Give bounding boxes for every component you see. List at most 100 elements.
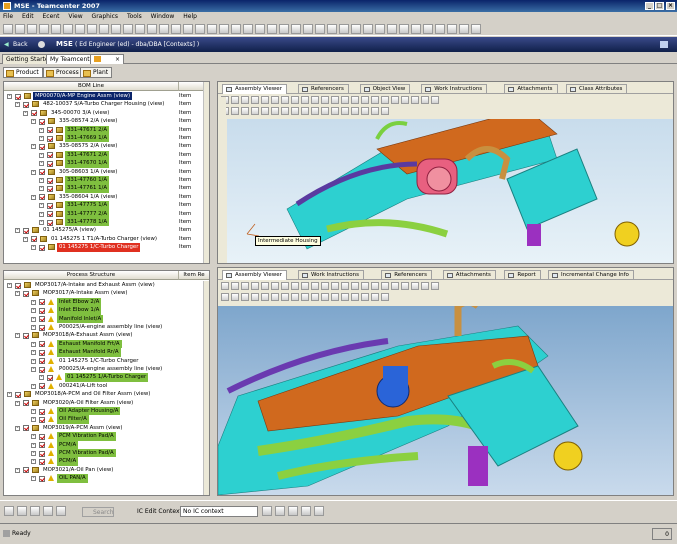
viewer-tool-icon[interactable]	[401, 282, 409, 290]
viewer-tool-icon[interactable]	[221, 293, 229, 301]
user-icon[interactable]	[660, 41, 668, 48]
toolbar-button-icon[interactable]	[339, 24, 349, 34]
viewer-tool-icon[interactable]	[241, 107, 249, 115]
row-checkbox[interactable]	[47, 152, 53, 159]
menu-edit[interactable]: Edit	[22, 12, 34, 22]
row-checkbox[interactable]	[31, 236, 37, 243]
tab-report[interactable]: Report	[504, 270, 541, 279]
bottom-3d-viewport[interactable]	[218, 298, 673, 495]
bom-row[interactable]: - 331-47669 1/A Item	[4, 134, 202, 143]
process-scrollbar[interactable]	[203, 281, 209, 495]
viewer-tool-icon[interactable]	[281, 282, 289, 290]
viewer-tool-icon[interactable]	[311, 282, 319, 290]
row-checkbox[interactable]	[23, 332, 29, 339]
toolbar-button-icon[interactable]	[75, 24, 85, 34]
toolbar-button-icon[interactable]	[363, 24, 373, 34]
process-row[interactable]: - MOP3018/A-Exhaust Assm (view)	[4, 331, 202, 339]
row-checkbox[interactable]	[23, 227, 29, 234]
process-row[interactable]: - P00025/A-engine assembly line (view)	[4, 365, 202, 373]
bom-row[interactable]: - 01 145275/A (view) Item	[4, 226, 202, 234]
expand-toggle-icon[interactable]: -	[15, 333, 20, 339]
process-row[interactable]: - Exhaust Manifold Rr/A	[4, 348, 202, 357]
toolbar-button-icon[interactable]	[195, 24, 205, 34]
row-checkbox[interactable]	[23, 467, 29, 474]
viewer-tool-icon[interactable]	[301, 107, 309, 115]
row-checkbox[interactable]	[39, 349, 45, 356]
row-checkbox[interactable]	[39, 383, 45, 390]
bom-row[interactable]: - 01 145275 1 T1/A-Turbo Charger (view) It…	[4, 235, 202, 243]
viewer-tool-icon[interactable]	[301, 282, 309, 290]
viewer-tool-icon[interactable]	[221, 282, 229, 290]
tab-class-attributes[interactable]: Class Attributes	[566, 84, 628, 93]
bom-row[interactable]: - 345-00070 3/A (view) Item	[4, 109, 202, 117]
toolbar-button-icon[interactable]	[243, 24, 253, 34]
menu-view[interactable]: View	[68, 12, 82, 22]
toolbar-button-icon[interactable]	[447, 24, 457, 34]
toolbar-button-icon[interactable]	[231, 24, 241, 34]
bom-row[interactable]: - 331-47670 1/A Item	[4, 159, 202, 168]
row-checkbox[interactable]	[39, 408, 45, 415]
viewer-tool-icon[interactable]	[251, 96, 259, 104]
home-icon[interactable]	[38, 41, 45, 48]
maximize-icon[interactable]: □	[655, 2, 664, 10]
bottom-tool-icon-2[interactable]	[17, 506, 27, 516]
tab-referencers[interactable]: Referencers	[381, 270, 433, 279]
viewer-tool-icon[interactable]	[291, 96, 299, 104]
expand-toggle-icon[interactable]: -	[31, 358, 36, 364]
tab-mse[interactable]: ×	[90, 54, 124, 64]
menu-tools[interactable]: Tools	[127, 12, 142, 22]
expand-toggle-icon[interactable]: -	[23, 236, 28, 242]
viewer-tool-icon[interactable]	[321, 282, 329, 290]
viewer-tool-icon[interactable]	[371, 282, 379, 290]
viewer-tool-icon[interactable]	[381, 96, 389, 104]
expand-toggle-icon[interactable]: -	[31, 350, 36, 356]
row-checkbox[interactable]	[47, 127, 53, 134]
row-checkbox[interactable]	[39, 442, 45, 449]
process-row[interactable]: - PCM/A	[4, 457, 202, 466]
tab-object-view[interactable]: Object View	[359, 84, 411, 93]
row-checkbox[interactable]	[23, 101, 29, 108]
close-icon[interactable]: ×	[666, 2, 675, 10]
expand-toggle-icon[interactable]: -	[31, 169, 36, 175]
toolbar-button-icon[interactable]	[3, 24, 13, 34]
toolbar-button-icon[interactable]	[279, 24, 289, 34]
row-checkbox[interactable]	[39, 143, 45, 150]
toolbar-button-icon[interactable]	[219, 24, 229, 34]
row-checkbox[interactable]	[39, 416, 45, 423]
viewer-tool-icon[interactable]	[361, 96, 369, 104]
process-row[interactable]: - 01 145275 1/C-Turbo Charger	[4, 357, 202, 365]
notification-count[interactable]: 0	[652, 528, 672, 540]
bom-row[interactable]: - MP00070/A-MP Engine Assm (view) Item	[4, 92, 202, 101]
tab-assembly-viewer[interactable]: Assembly Viewer	[222, 84, 287, 94]
process-row[interactable]: - MOP3019/A-PCM Assm (view)	[4, 424, 202, 432]
viewer-tool-icon[interactable]	[411, 282, 419, 290]
menu-help[interactable]: Help	[183, 12, 197, 22]
viewer-tool-icon[interactable]	[411, 96, 419, 104]
expand-toggle-icon[interactable]: -	[39, 161, 44, 167]
expand-toggle-icon[interactable]: -	[31, 476, 36, 482]
bom-scrollbar[interactable]	[203, 82, 209, 263]
expand-toggle-icon[interactable]: -	[31, 245, 36, 251]
viewer-tool-icon[interactable]	[311, 107, 319, 115]
row-checkbox[interactable]	[15, 93, 21, 100]
process-row[interactable]: - Oil Adapter Housing/A	[4, 407, 202, 416]
ic-tool-icon-2[interactable]	[275, 506, 285, 516]
bottom-tool-icon-3[interactable]	[30, 506, 40, 516]
viewer-tool-icon[interactable]	[251, 107, 259, 115]
row-checkbox[interactable]	[47, 160, 53, 167]
row-checkbox[interactable]	[39, 475, 45, 482]
viewer-tool-icon[interactable]	[351, 96, 359, 104]
type-column-header[interactable]	[179, 82, 204, 91]
viewer-tool-icon[interactable]	[281, 107, 289, 115]
process-row[interactable]: - Oil Filter/A	[4, 415, 202, 424]
viewer-tool-icon[interactable]	[241, 293, 249, 301]
process-row[interactable]: - PCM Vibration Pad/A	[4, 449, 202, 458]
tab-attachments[interactable]: Attachments	[442, 270, 496, 279]
viewer-tool-icon[interactable]	[231, 293, 239, 301]
row-checkbox[interactable]	[39, 433, 45, 440]
bottom-tool-icon-1[interactable]	[4, 506, 14, 516]
tab-work-instructions[interactable]: Work Instructions	[298, 270, 364, 279]
expand-toggle-icon[interactable]: -	[31, 409, 36, 414]
expand-toggle-icon[interactable]: -	[31, 367, 36, 372]
expand-toggle-icon[interactable]: -	[31, 194, 36, 200]
